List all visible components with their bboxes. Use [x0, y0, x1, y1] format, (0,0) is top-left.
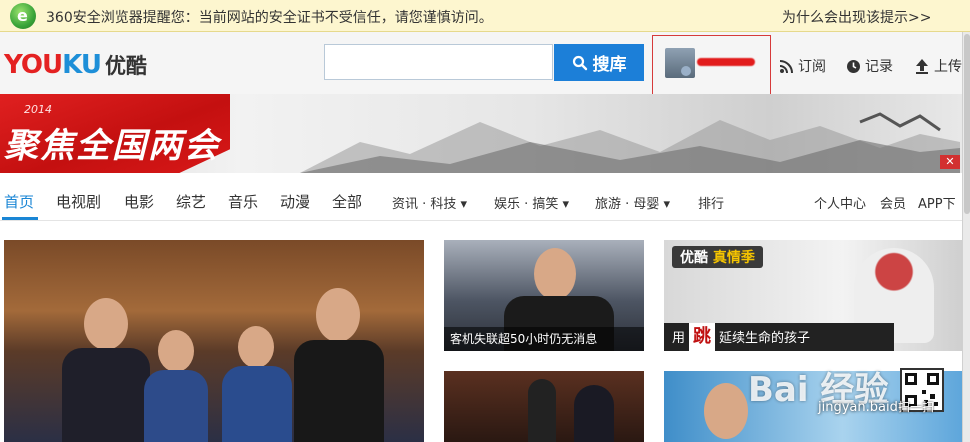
- upload-link[interactable]: 上传: [914, 56, 962, 76]
- video-tile[interactable]: [444, 371, 644, 442]
- great-wall-illustration: [300, 112, 960, 173]
- photo-person: [534, 248, 576, 300]
- avatar[interactable]: [665, 48, 695, 78]
- active-tab-underline: [2, 217, 38, 220]
- clock-icon: [847, 59, 860, 73]
- tab-tv[interactable]: 电视剧: [56, 191, 101, 212]
- upload-icon: [916, 59, 928, 74]
- tab-anime[interactable]: 动漫: [280, 191, 310, 212]
- featured-video-tile[interactable]: [4, 240, 424, 442]
- search-button[interactable]: 搜库: [554, 44, 644, 81]
- browser-360-icon: e: [10, 3, 36, 29]
- photo-person: [158, 330, 194, 372]
- photo-person-body: [574, 385, 614, 442]
- photo-person-body: [144, 370, 208, 442]
- news-video-tile[interactable]: 客机失联超50小时仍无消息: [444, 240, 644, 351]
- youku-logo[interactable]: YOUKU 优酷: [4, 50, 147, 80]
- tab-movie[interactable]: 电影: [124, 191, 154, 212]
- photo-person-body: [222, 366, 292, 442]
- rss-icon: [779, 59, 793, 73]
- search-icon: [572, 55, 587, 70]
- caret-down-icon: ▾: [460, 197, 468, 212]
- close-icon[interactable]: ✕: [940, 155, 960, 169]
- tab-variety[interactable]: 综艺: [176, 191, 206, 212]
- warning-message: 360安全浏览器提醒您：当前网站的安全证书不受信任，请您谨慎访问。: [46, 10, 493, 26]
- security-warning-bar: e 360安全浏览器提醒您：当前网站的安全证书不受信任，请您谨慎访问。 为什么会…: [0, 0, 970, 32]
- photo-person-body: [294, 340, 384, 442]
- photo-person-body: [528, 379, 556, 442]
- username-redacted[interactable]: [697, 58, 755, 66]
- tab-all[interactable]: 全部: [332, 191, 362, 212]
- photo-person: [704, 383, 748, 439]
- dropdown-ent-funny[interactable]: 娱乐 · 搞笑 ▾: [494, 193, 569, 212]
- tab-home[interactable]: 首页: [4, 191, 34, 212]
- photo-person: [84, 298, 128, 350]
- search-input[interactable]: [324, 44, 553, 80]
- lianghui-banner[interactable]: 2014 聚焦全国两会 ✕: [0, 94, 962, 173]
- caret-down-icon: ▾: [663, 197, 671, 212]
- banner-slogan: 聚焦全国两会: [4, 126, 220, 166]
- dropdown-travel-baby[interactable]: 旅游 · 母婴 ▾: [595, 193, 670, 212]
- youku-zhenqingji-logo: 优酷 真情季: [672, 246, 763, 268]
- site-header: YOUKU 优酷 搜库 订阅 记录 上传: [0, 32, 962, 129]
- dropdown-news-tech[interactable]: 资讯 · 科技 ▾: [392, 193, 467, 212]
- why-warning-link[interactable]: 为什么会出现该提示>>: [782, 7, 931, 27]
- scrollbar-thumb[interactable]: [964, 34, 970, 214]
- photo-person: [238, 326, 274, 368]
- banner-year: 2014: [24, 103, 52, 116]
- history-link[interactable]: 记录: [846, 56, 893, 76]
- channel-nav: 首页 电视剧 电影 综艺 音乐 动漫 全部 资讯 · 科技 ▾ 娱乐 · 搞笑 …: [0, 173, 962, 221]
- subscribe-link[interactable]: 订阅: [779, 56, 826, 76]
- tab-music[interactable]: 音乐: [228, 191, 258, 212]
- link-app-download[interactable]: APP下: [918, 193, 956, 212]
- promo-caption: 用跳延续生命的孩子: [664, 323, 894, 351]
- qr-scan-label: 扫一扫: [898, 400, 935, 414]
- page-scrollbar[interactable]: [962, 32, 970, 442]
- photo-person-body: [62, 348, 150, 442]
- photo-person: [316, 288, 360, 342]
- video-caption: 客机失联超50小时仍无消息: [444, 327, 644, 351]
- link-vip[interactable]: 会员: [880, 193, 906, 212]
- link-personal-center[interactable]: 个人中心: [814, 193, 866, 212]
- caret-down-icon: ▾: [562, 197, 570, 212]
- tab-rank[interactable]: 排行: [698, 193, 724, 212]
- promo-video-tile[interactable]: 优酷 真情季 用跳延续生命的孩子: [664, 240, 962, 351]
